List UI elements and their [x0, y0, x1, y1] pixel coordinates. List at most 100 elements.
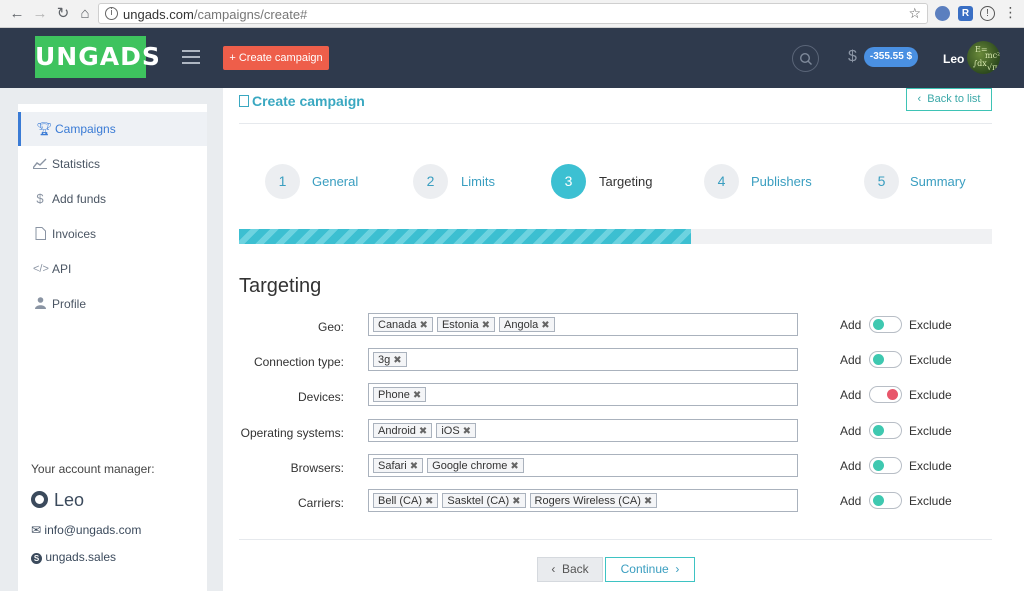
- extension-icon[interactable]: [935, 6, 950, 21]
- tag-input[interactable]: Bell (CA) ✖ Sasktel (CA) ✖ Rogers Wireless (…: [368, 489, 798, 512]
- home-icon[interactable]: ⌂: [76, 5, 94, 23]
- row-label: Browsers:: [290, 461, 344, 475]
- remove-tag-icon[interactable]: ✖: [410, 461, 418, 472]
- remove-tag-icon[interactable]: ✖: [644, 496, 652, 507]
- step-4-number[interactable]: 4: [704, 164, 739, 199]
- tag-chip: Google chrome ✖: [427, 458, 524, 473]
- remove-tag-icon[interactable]: ✖: [482, 320, 490, 331]
- avatar[interactable]: E= mc² ∫dx √π: [967, 41, 1000, 74]
- add-exclude-toggle[interactable]: [869, 457, 902, 474]
- add-exclude-toggle[interactable]: [869, 351, 902, 368]
- tag-input[interactable]: 3g ✖: [368, 348, 798, 371]
- search-button[interactable]: [792, 45, 819, 72]
- step-3-label[interactable]: Targeting: [599, 174, 652, 189]
- tag-input[interactable]: Android ✖ iOS ✖: [368, 419, 798, 442]
- add-label: Add: [840, 424, 862, 438]
- sidebar: 🏆︎ Campaigns Statistics $ Add funds Invo…: [18, 104, 207, 591]
- remove-tag-icon[interactable]: ✖: [463, 426, 471, 437]
- remove-tag-icon[interactable]: ✖: [510, 461, 518, 472]
- tag-input[interactable]: Phone ✖: [368, 383, 798, 406]
- extension-r-icon[interactable]: R: [958, 6, 973, 21]
- row-label: Operating systems:: [240, 426, 344, 440]
- add-exclude-toggle[interactable]: [869, 386, 902, 403]
- toggle-knob: [873, 495, 884, 506]
- tag-chip: iOS ✖: [436, 423, 477, 438]
- exclude-label: Exclude: [909, 424, 952, 438]
- sidebar-item-campaigns[interactable]: 🏆︎ Campaigns: [18, 112, 207, 146]
- chevron-left-icon: ‹: [917, 93, 922, 105]
- create-campaign-button[interactable]: + Create campaign: [223, 46, 329, 70]
- remove-tag-icon[interactable]: ✖: [393, 355, 401, 366]
- add-label: Add: [840, 494, 862, 508]
- add-exclude-toggle[interactable]: [869, 422, 902, 439]
- remove-tag-icon[interactable]: ✖: [419, 426, 427, 437]
- sidebar-item-api[interactable]: </> API: [18, 252, 207, 286]
- forward-arrow-icon[interactable]: →: [31, 5, 49, 23]
- step-2-number[interactable]: 2: [413, 164, 448, 199]
- step-2-label[interactable]: Limits: [461, 174, 495, 189]
- sidebar-item-add-funds[interactable]: $ Add funds: [18, 182, 207, 216]
- divider: [239, 539, 992, 540]
- tag-chip: Bell (CA) ✖: [373, 493, 439, 508]
- sidebar-item-profile[interactable]: Profile: [18, 287, 207, 321]
- row-label: Carriers:: [297, 496, 344, 510]
- tag-chip: Phone ✖: [373, 387, 427, 402]
- chevron-right-icon: ›: [675, 562, 680, 576]
- url-text: ungads.com/campaigns/create#: [123, 7, 308, 22]
- account-manager-name: Leo: [31, 490, 84, 511]
- user-name[interactable]: Leo: [943, 52, 964, 66]
- logo[interactable]: UNGADS: [35, 36, 160, 78]
- remove-tag-icon[interactable]: ✖: [425, 496, 433, 507]
- row-label: Connection type:: [253, 355, 344, 369]
- lifebuoy-icon: [31, 491, 48, 508]
- step-3-number[interactable]: 3: [551, 164, 586, 199]
- extension-info-icon[interactable]: !: [980, 6, 995, 21]
- envelope-icon: ✉: [31, 523, 42, 537]
- add-exclude-toggle[interactable]: [869, 492, 902, 509]
- reload-icon[interactable]: ↻: [54, 5, 72, 23]
- divider: [239, 123, 992, 124]
- account-manager-email[interactable]: ✉ info@ungads.com: [31, 523, 141, 537]
- toggle-knob: [887, 389, 898, 400]
- remove-tag-icon[interactable]: ✖: [413, 390, 421, 401]
- back-arrow-icon[interactable]: ←: [8, 5, 26, 23]
- tag-chip: Estonia ✖: [436, 317, 496, 332]
- exclude-label: Exclude: [909, 353, 952, 367]
- tag-chip: Angola ✖: [499, 317, 555, 332]
- hamburger-menu-icon[interactable]: [182, 50, 200, 64]
- remove-tag-icon[interactable]: ✖: [512, 496, 520, 507]
- page-title: Create campaign: [239, 93, 365, 109]
- continue-button[interactable]: Continue ›: [605, 557, 695, 582]
- info-icon[interactable]: i: [105, 7, 118, 20]
- tag-input[interactable]: Canada ✖ Estonia ✖ Angola ✖: [368, 313, 798, 336]
- code-icon: </>: [33, 263, 49, 275]
- menu-dots-icon[interactable]: ⋮: [1003, 5, 1018, 21]
- tag-chip: Canada ✖: [373, 317, 433, 332]
- exclude-label: Exclude: [909, 494, 952, 508]
- add-label: Add: [840, 388, 862, 402]
- remove-tag-icon[interactable]: ✖: [420, 320, 428, 331]
- add-exclude-toggle[interactable]: [869, 316, 902, 333]
- search-icon: [799, 52, 812, 65]
- address-bar[interactable]: i ungads.com/campaigns/create# ☆: [98, 3, 928, 24]
- exclude-label: Exclude: [909, 318, 952, 332]
- balance-badge[interactable]: -355.55 $: [864, 47, 918, 67]
- step-1-label[interactable]: General: [312, 174, 358, 189]
- sidebar-item-invoices[interactable]: Invoices: [18, 217, 207, 251]
- sidebar-item-statistics[interactable]: Statistics: [18, 147, 207, 181]
- back-button[interactable]: ‹ Back: [537, 557, 603, 582]
- step-5-label[interactable]: Summary: [910, 174, 966, 189]
- tag-input[interactable]: Safari ✖ Google chrome ✖: [368, 454, 798, 477]
- step-4-label[interactable]: Publishers: [751, 174, 812, 189]
- bookmark-star-icon[interactable]: ☆: [908, 5, 921, 22]
- row-label: Devices:: [297, 390, 344, 404]
- back-to-list-button[interactable]: ‹ Back to list: [906, 88, 992, 111]
- toggle-knob: [873, 319, 884, 330]
- step-5-number[interactable]: 5: [864, 164, 899, 199]
- add-label: Add: [840, 353, 862, 367]
- browser-toolbar: ← → ↻ ⌂ i ungads.com/campaigns/create# ☆…: [0, 0, 1024, 28]
- step-1-number[interactable]: 1: [265, 164, 300, 199]
- dollar-icon: $: [36, 191, 44, 206]
- remove-tag-icon[interactable]: ✖: [541, 320, 549, 331]
- account-manager-skype[interactable]: S ungads.sales: [31, 550, 116, 564]
